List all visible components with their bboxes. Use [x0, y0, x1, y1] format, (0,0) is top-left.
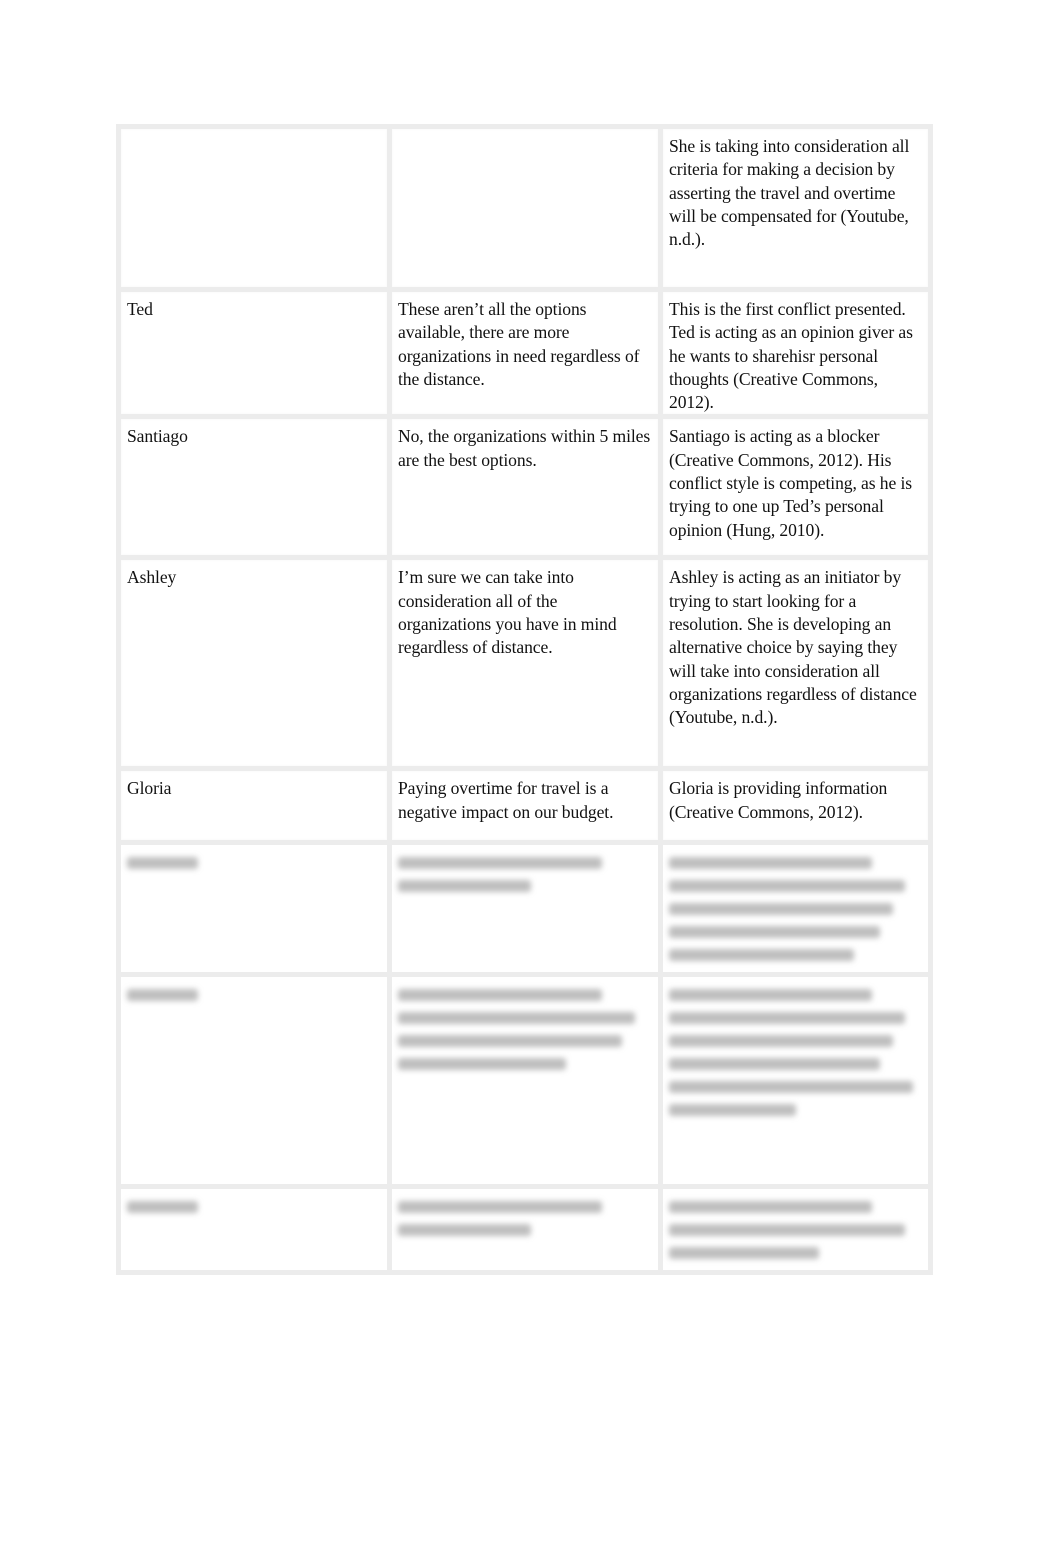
- blurred-member-cell: [116, 1184, 392, 1276]
- blurred-text-line: [398, 1012, 636, 1025]
- blurred-analysis-cell: [658, 840, 933, 978]
- table-row: Ashley I’m sure we can take into conside…: [116, 555, 933, 772]
- analysis-cell: Ashley is acting as an initiator by tryi…: [658, 555, 933, 772]
- member-cell: Ashley: [116, 555, 392, 772]
- table-row: Ted These aren’t all the options availab…: [116, 286, 933, 420]
- blurred-text-line: [669, 989, 873, 1002]
- blurred-table-row: [116, 840, 933, 978]
- member-cell: Gloria: [116, 766, 392, 846]
- blurred-text-line: [127, 1201, 199, 1214]
- blurred-table-row: [116, 1184, 933, 1276]
- blurred-text-line: [669, 903, 893, 916]
- blurred-text-line: [669, 1224, 906, 1237]
- blurred-text-line: [398, 857, 602, 870]
- blurred-text-line: [669, 857, 873, 870]
- blurred-text-line: [398, 1058, 567, 1071]
- table-row: Santiago No, the organizations within 5 …: [116, 414, 933, 561]
- document-page: She is taking into consideration all cri…: [0, 0, 1062, 1561]
- member-cell: Santiago: [116, 414, 392, 561]
- statement-cell: [387, 124, 663, 292]
- analysis-cell: This is the first conflict presented. Te…: [658, 286, 933, 420]
- blurred-text-line: [398, 1201, 602, 1214]
- blurred-member-cell: [116, 972, 392, 1190]
- blurred-text-line: [669, 1058, 880, 1071]
- member-cell: [116, 124, 392, 292]
- blurred-text-line: [669, 1081, 913, 1094]
- analysis-cell: Gloria is providing information (Creativ…: [658, 766, 933, 846]
- blurred-statement-cell: [387, 1184, 663, 1276]
- blurred-analysis-cell: [658, 972, 933, 1190]
- blurred-statement-cell: [387, 840, 663, 978]
- blurred-text-line: [669, 949, 855, 962]
- table-row: Gloria Paying overtime for travel is a n…: [116, 766, 933, 846]
- blurred-analysis-cell: [658, 1184, 933, 1276]
- blurred-text-line: [127, 857, 199, 870]
- blurred-text-line: [669, 926, 880, 939]
- blurred-text-line: [398, 1035, 623, 1048]
- blurred-text-line: [669, 1201, 873, 1214]
- blurred-text-line: [127, 989, 199, 1002]
- member-cell: Ted: [116, 286, 392, 420]
- blurred-table-row: [116, 972, 933, 1190]
- blurred-text-line: [669, 880, 906, 893]
- analysis-cell: She is taking into consideration all cri…: [658, 124, 933, 292]
- blurred-text-line: [398, 1224, 531, 1237]
- blurred-text-line: [669, 1104, 796, 1117]
- blurred-text-line: [398, 880, 531, 893]
- blurred-text-line: [398, 989, 602, 1002]
- blurred-text-line: [669, 1247, 819, 1260]
- blurred-statement-cell: [387, 972, 663, 1190]
- statement-cell: These aren’t all the options available, …: [387, 286, 663, 420]
- blurred-text-line: [669, 1035, 893, 1048]
- group-roles-table: She is taking into consideration all cri…: [116, 124, 933, 1276]
- statement-cell: I’m sure we can take into consideration …: [387, 555, 663, 772]
- blurred-text-line: [669, 1012, 906, 1025]
- statement-cell: Paying overtime for travel is a negative…: [387, 766, 663, 846]
- blurred-member-cell: [116, 840, 392, 978]
- statement-cell: No, the organizations within 5 miles are…: [387, 414, 663, 561]
- table-row: She is taking into consideration all cri…: [116, 124, 933, 292]
- analysis-cell: Santiago is acting as a blocker (Creativ…: [658, 414, 933, 561]
